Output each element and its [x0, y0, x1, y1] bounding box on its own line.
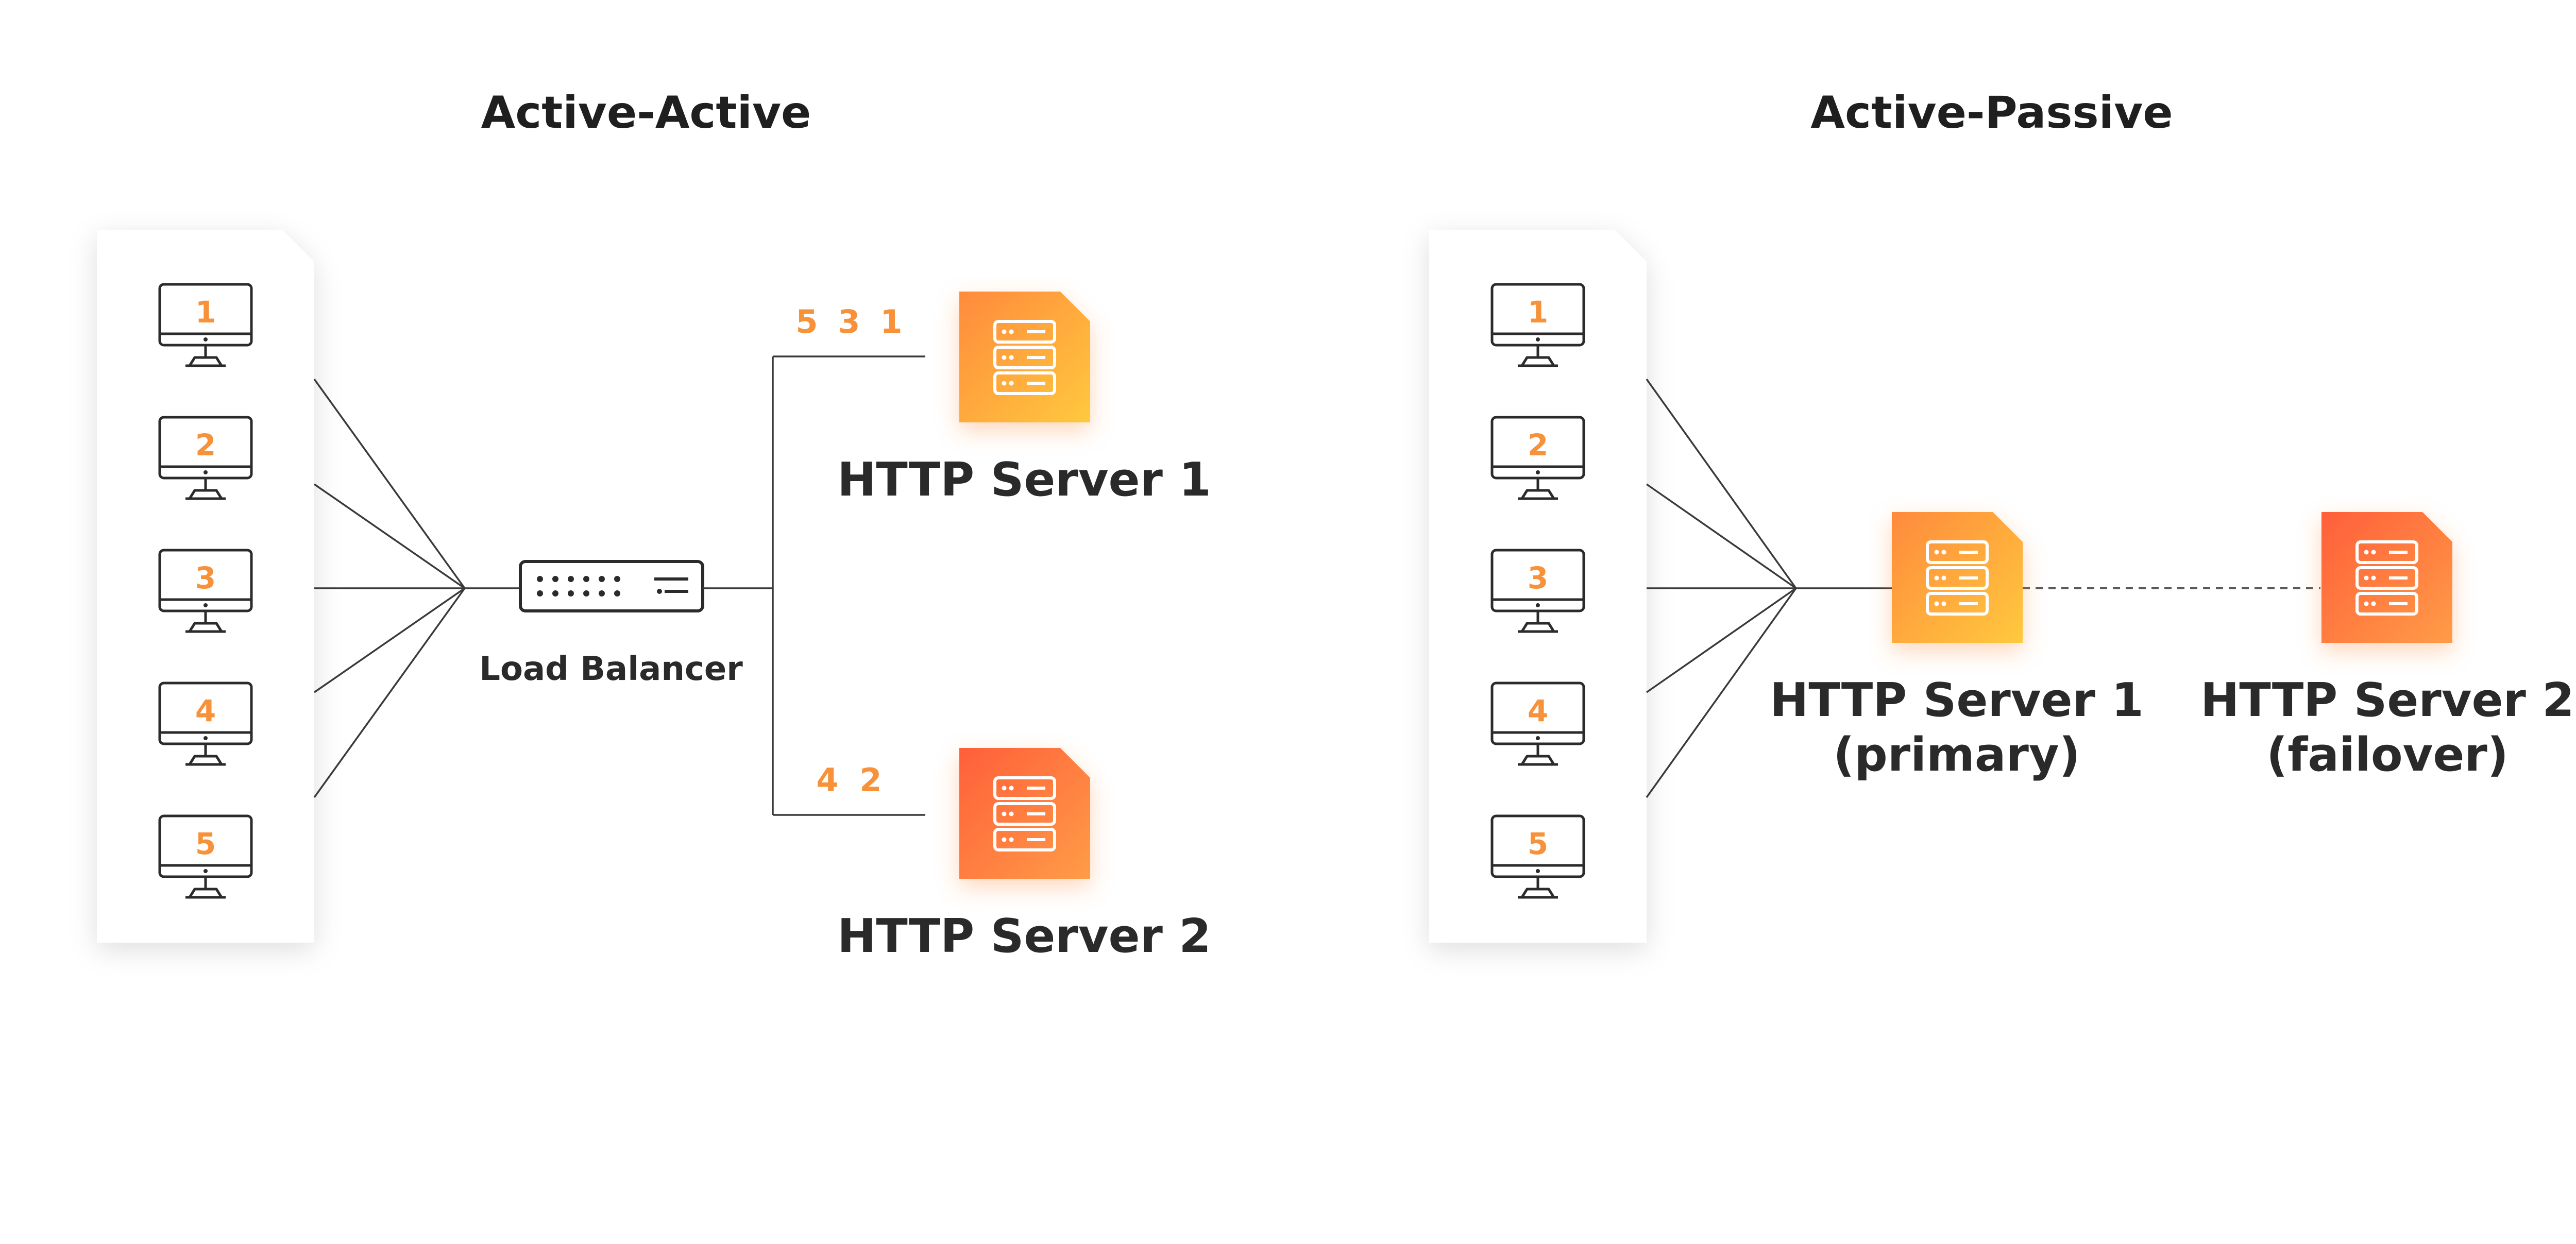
client-number: 1	[1528, 295, 1548, 330]
server-wires-active-active	[703, 355, 925, 816]
queued-request: 2	[859, 761, 882, 799]
queued-request: 4	[816, 761, 838, 799]
client-wires-active-active	[313, 378, 519, 798]
server-role-label: (primary)	[1833, 728, 2080, 782]
http-server-2-failover: HTTP Server 2 (failover)	[2200, 512, 2574, 782]
queued-request: 1	[880, 303, 902, 340]
http-server-1-primary: HTTP Server 1 (primary)	[1770, 512, 2144, 782]
active-active-title: Active-Active	[481, 87, 811, 139]
client-number: 4	[195, 693, 216, 728]
client-number: 2	[1528, 428, 1548, 463]
server-tile	[1892, 512, 2023, 643]
request-queue-server-2: 4 2	[816, 761, 882, 799]
server-tile	[959, 292, 1090, 422]
server-tile	[2321, 512, 2452, 643]
network-switch-icon	[519, 560, 704, 612]
load-balancer-label: Load Balancer	[479, 650, 743, 688]
server-label: HTTP Server 2	[837, 909, 1211, 963]
diagram-canvas: Active-Active 1 2 3 4 5 Load Balancer 5 …	[97, 87, 2574, 963]
server-label: HTTP Server 1	[1770, 673, 2144, 727]
client-number: 5	[195, 826, 216, 861]
client-number: 4	[1528, 693, 1548, 728]
client-number: 3	[195, 560, 216, 595]
http-server-2-active-active: HTTP Server 2	[837, 748, 1211, 963]
queued-request: 5	[795, 303, 818, 340]
active-passive-title: Active-Passive	[1810, 87, 2173, 139]
client-number: 5	[1528, 826, 1548, 861]
server-label: HTTP Server 1	[837, 453, 1211, 507]
queued-request: 3	[838, 303, 860, 340]
server-tile	[959, 748, 1090, 879]
server-label: HTTP Server 2	[2200, 673, 2574, 727]
client-number: 2	[195, 428, 216, 463]
request-queue-server-1: 5 3 1	[795, 303, 902, 340]
client-number: 3	[1528, 560, 1548, 595]
server-role-label: (failover)	[2266, 728, 2509, 782]
client-number: 1	[195, 295, 216, 330]
load-balancer: Load Balancer	[479, 560, 743, 688]
